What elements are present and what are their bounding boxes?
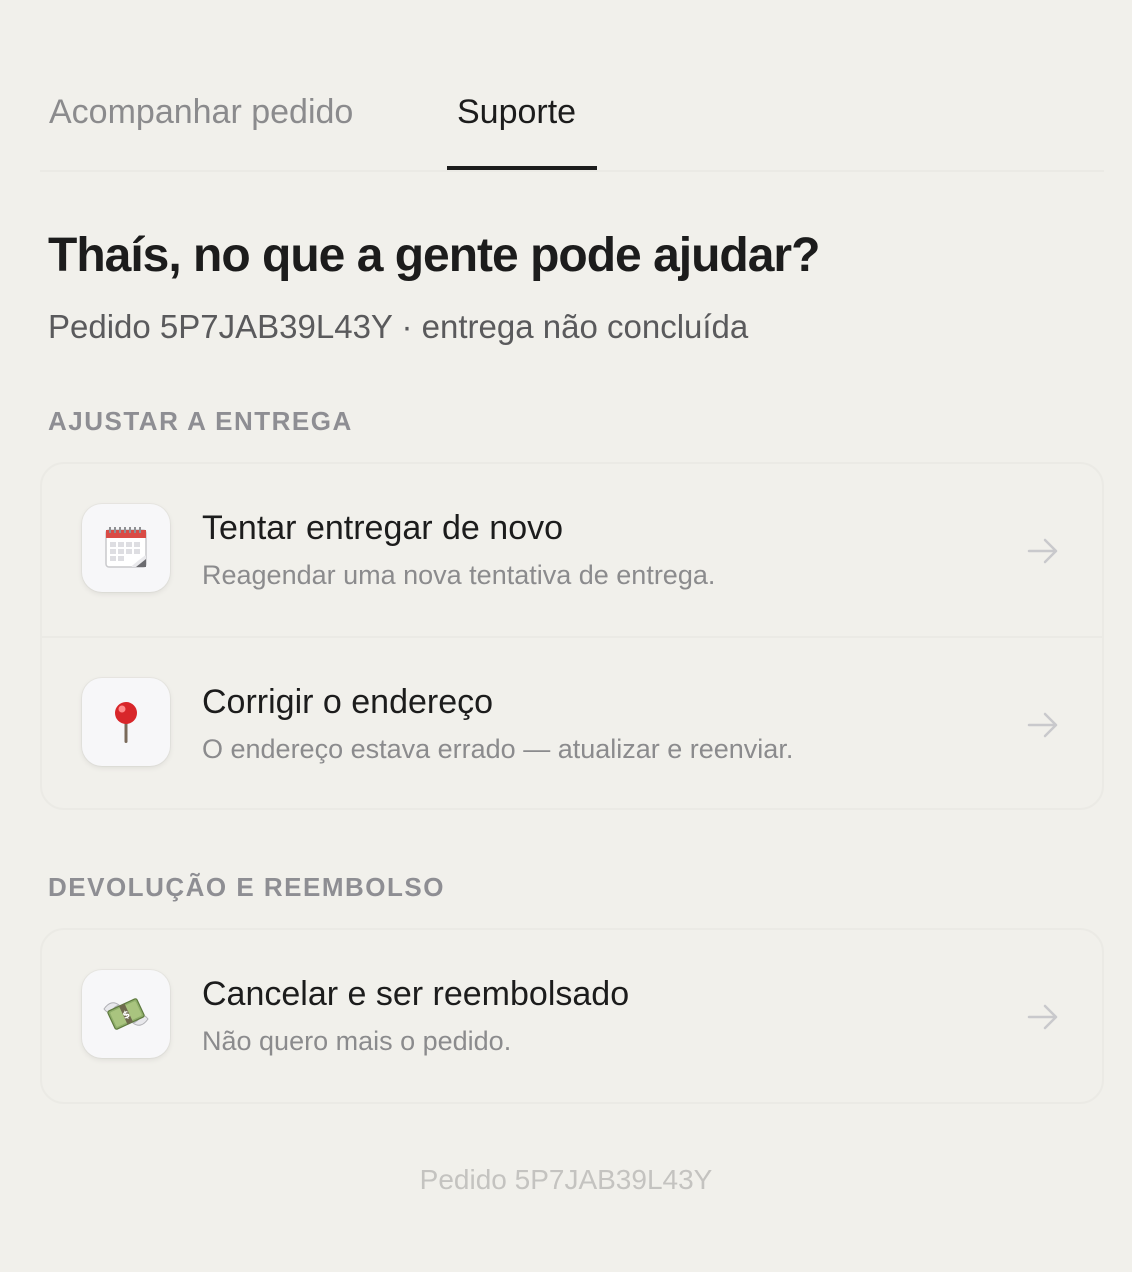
option-cancel-refund[interactable]: $ Cancelar e ser reembolsado Não quero m… <box>42 930 1102 1102</box>
option-title: Tentar entregar de novo <box>202 509 564 547</box>
order-status-subtitle: Pedido 5P7JAB39L43Y · entrega não conclu… <box>48 308 749 345</box>
option-retry-delivery[interactable]: Tentar entregar de novo Reagendar uma no… <box>42 464 1102 636</box>
footer-order-id: Pedido 5P7JAB39L43Y <box>419 1164 713 1195</box>
page-title: Thaís, no que a gente pode ajudar? <box>48 229 820 282</box>
arrow-right-icon <box>1027 712 1058 738</box>
pushpin-icon <box>82 678 170 766</box>
option-title: Corrigir o endereço <box>202 683 494 721</box>
active-tab-indicator <box>447 166 597 170</box>
option-description: O endereço estava errado — atualizar e r… <box>202 734 794 764</box>
tab-bar: Acompanhar pedido Suporte <box>40 0 1104 172</box>
arrow-right-icon <box>1027 538 1058 564</box>
section-label-devolucao-reembolso: DEVOLUÇÃO E REEMBOLSO <box>48 872 445 902</box>
option-title: Cancelar e ser reembolsado <box>202 975 630 1013</box>
delivery-options-card: Tentar entregar de novo Reagendar uma no… <box>40 462 1104 810</box>
tab-acompanhar-pedido[interactable]: Acompanhar pedido <box>49 92 353 132</box>
option-description: Não quero mais o pedido. <box>202 1026 512 1056</box>
option-description: Reagendar uma nova tentativa de entrega. <box>202 560 716 590</box>
calendar-icon <box>82 504 170 592</box>
tab-suporte[interactable]: Suporte <box>457 92 576 132</box>
section-label-ajustar-entrega: AJUSTAR A ENTREGA <box>48 406 353 436</box>
arrow-right-icon <box>1027 1004 1058 1030</box>
refund-options-card: $ Cancelar e ser reembolsado Não quero m… <box>40 928 1104 1104</box>
money-wings-icon: $ <box>82 970 170 1058</box>
option-fix-address[interactable]: Corrigir o endereço O endereço estava er… <box>42 636 1102 808</box>
